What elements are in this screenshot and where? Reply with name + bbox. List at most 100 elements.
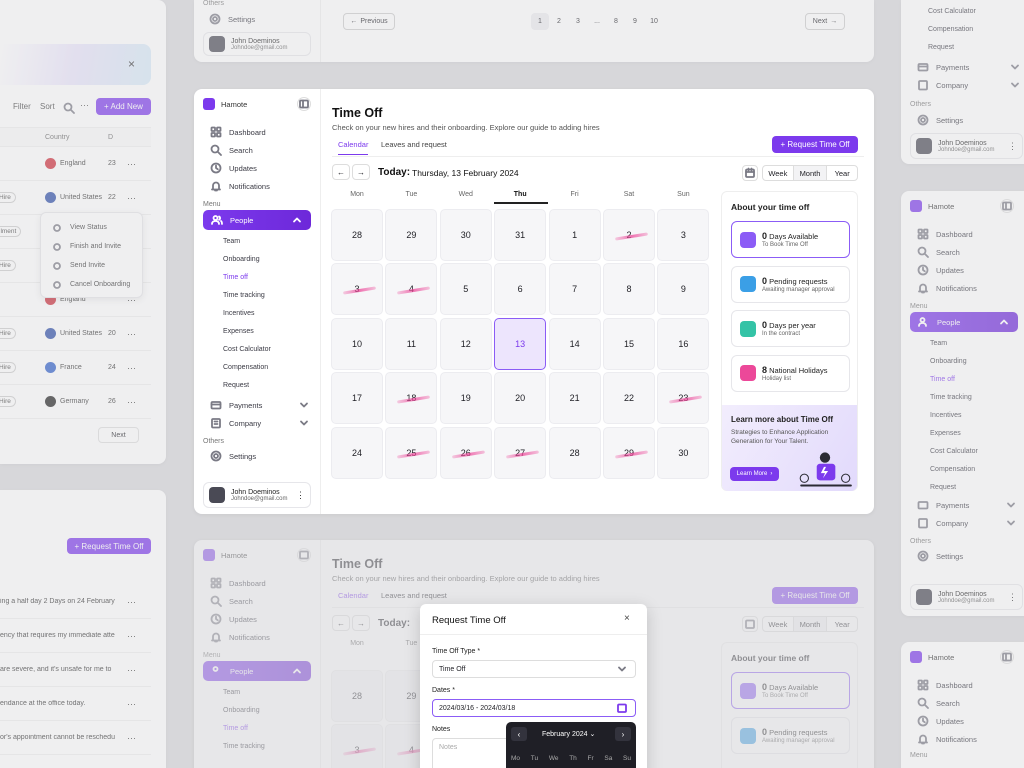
request-row[interactable]: ing a half day 2 Days on 24 February ··· — [0, 585, 151, 619]
more-icon[interactable]: ⋮ — [296, 490, 305, 501]
calendar-day[interactable]: 14 — [548, 317, 601, 370]
sidebar-item-search[interactable]: Search — [910, 694, 1022, 712]
sidebar-subitem-cost-calculator[interactable]: Cost Calculator — [910, 442, 1022, 460]
calendar-day[interactable]: 5 — [439, 263, 492, 316]
sidebar-item-people[interactable]: People — [203, 210, 311, 230]
settings-nav-item[interactable]: Settings — [202, 10, 255, 28]
sidebar-item-notifications[interactable]: Notifications — [203, 177, 311, 195]
row-more-icon[interactable]: ··· — [127, 597, 136, 607]
calendar-day[interactable]: 16 — [657, 317, 710, 370]
page-number[interactable]: 2 — [550, 13, 568, 30]
learn-more-button[interactable]: Learn More › — [730, 467, 779, 481]
next-button[interactable]: Next — [98, 427, 139, 443]
request-time-off-button[interactable]: + Request Time Off — [772, 136, 858, 153]
calendar-day[interactable]: 9 — [657, 263, 710, 316]
sidebar-item-company[interactable]: Company — [910, 514, 1018, 532]
sidebar-subitem-compensation[interactable]: Compensation — [203, 358, 311, 376]
sidebar-toggle-icon[interactable] — [1000, 199, 1014, 213]
calendar-day[interactable]: 11 — [385, 317, 438, 370]
sidebar-subitem-expenses[interactable]: Expenses — [910, 424, 1022, 442]
row-more-icon[interactable]: ··· — [127, 631, 136, 641]
sidebar-item-notifications[interactable]: Notifications — [910, 279, 1022, 297]
sidebar-item-payments[interactable]: Payments — [910, 496, 1018, 514]
row-more-icon[interactable]: ··· — [127, 733, 136, 743]
table-row[interactable]: Hire United States 20 ··· — [0, 317, 151, 351]
picker-month[interactable]: February 2024 ⌄ — [542, 730, 595, 738]
more-icon[interactable]: ⋮ — [1008, 141, 1017, 152]
sidebar-toggle-icon[interactable] — [1000, 650, 1014, 664]
request-row[interactable]: endance at the office today. ··· — [0, 687, 151, 721]
calendar-day[interactable]: 18 — [385, 372, 438, 425]
view-month[interactable]: Month — [793, 166, 828, 180]
calendar-day[interactable]: 10 — [331, 317, 383, 370]
calendar-day[interactable]: 29 — [603, 426, 655, 479]
calendar-day[interactable]: 20 — [494, 372, 547, 425]
sidebar-subitem-time-tracking[interactable]: Time tracking — [203, 286, 311, 304]
view-year[interactable]: Year — [827, 166, 857, 180]
previous-button[interactable]: ← Previous — [343, 13, 395, 30]
user-card[interactable]: John Doeminos Johndoe@gmail.com ⋮ — [203, 482, 311, 508]
page-number[interactable]: 10 — [645, 13, 663, 30]
calendar-day[interactable]: 6 — [494, 263, 547, 316]
more-icon[interactable]: ··· — [80, 100, 89, 110]
menu-item-view-status[interactable]: View Status — [41, 218, 142, 237]
sidebar-subitem-time-tracking[interactable]: Time tracking — [910, 388, 1022, 406]
filter-button[interactable]: Filter — [13, 102, 31, 111]
sidebar-item-settings[interactable]: Settings — [910, 111, 963, 129]
about-box-pending-requests[interactable]: 0 Pending requests Awaiting manager appro… — [731, 265, 850, 303]
page-number[interactable]: 3 — [569, 13, 587, 30]
sidebar-subitem-time-off[interactable]: Time off — [203, 268, 311, 286]
sidebar-item-search[interactable]: Search — [203, 141, 311, 159]
calendar-day[interactable]: 2 — [603, 209, 655, 261]
menu-item-send-invite[interactable]: Send Invite — [41, 256, 142, 275]
calendar-day[interactable]: 22 — [603, 372, 655, 425]
sidebar-subitem-time-off[interactable]: Time off — [910, 370, 1022, 388]
calendar-day[interactable]: 12 — [439, 317, 492, 370]
about-box-national-holidays[interactable]: 8 National Holidays Holiday list — [731, 354, 850, 392]
calendar-day[interactable]: 13 — [494, 317, 547, 370]
calendar-day[interactable]: 26 — [439, 426, 492, 479]
calendar-day[interactable]: 29 — [385, 209, 438, 261]
calendar-day[interactable]: 4 — [385, 263, 438, 316]
calendar-day[interactable]: 8 — [603, 263, 655, 316]
sidebar-subitem-cost-calculator[interactable]: Cost Calculator — [910, 2, 1020, 20]
sidebar-subitem-onboarding[interactable]: Onboarding — [910, 352, 1022, 370]
table-row[interactable]: Hire Germany 26 ··· — [0, 385, 151, 419]
menu-item-finish-and-invite[interactable]: Finish and Invite — [41, 237, 142, 256]
about-box-days-available[interactable]: 0 Days Available To Book Time Off — [731, 221, 850, 258]
calendar-day[interactable]: 1 — [548, 209, 601, 261]
tab-leaves-and-request[interactable]: Leaves and request — [381, 140, 447, 149]
calendar-day[interactable]: 25 — [385, 426, 438, 479]
sidebar-item-settings[interactable]: Settings — [203, 447, 311, 465]
more-icon[interactable]: ⋮ — [1008, 592, 1017, 603]
sidebar-subitem-expenses[interactable]: Expenses — [203, 322, 311, 340]
menu-item-cancel-onboarding[interactable]: Cancel Onboarding — [41, 275, 142, 294]
calendar-day[interactable]: 23 — [657, 372, 710, 425]
picker-next-button[interactable]: › — [615, 727, 631, 741]
sidebar-item-company[interactable]: Company — [910, 76, 1022, 94]
sidebar-subitem-onboarding[interactable]: Onboarding — [203, 250, 311, 268]
sidebar-item-dashboard[interactable]: Dashboard — [910, 676, 1022, 694]
calendar-day[interactable]: 7 — [548, 263, 601, 316]
prev-arrow-button[interactable]: ← — [332, 164, 350, 180]
calendar-day[interactable]: 30 — [657, 426, 710, 479]
request-time-off-button[interactable]: + Request Time Off — [67, 538, 151, 554]
sidebar-subitem-team[interactable]: Team — [910, 334, 1022, 352]
sidebar-subitem-team[interactable]: Team — [203, 232, 311, 250]
sidebar-subitem-compensation[interactable]: Compensation — [910, 460, 1022, 478]
sidebar-subitem-incentives[interactable]: Incentives — [203, 304, 311, 322]
calendar-day[interactable]: 24 — [331, 426, 383, 479]
sidebar-subitem-request[interactable]: Request — [910, 478, 1022, 496]
modal-close-icon[interactable]: × — [624, 613, 630, 624]
user-card[interactable]: John Doeminos Johndoe@gmail.com — [203, 32, 311, 56]
calendar-day[interactable]: 17 — [331, 372, 383, 425]
sidebar-subitem-request[interactable]: Request — [910, 38, 1020, 56]
calendar-day[interactable]: 28 — [331, 209, 383, 261]
page-number[interactable]: 8 — [607, 13, 625, 30]
page-number[interactable]: ... — [588, 13, 606, 30]
search-icon[interactable] — [62, 101, 76, 115]
sort-button[interactable]: Sort — [40, 102, 55, 111]
sidebar-item-company[interactable]: Company — [203, 414, 311, 432]
calendar-day[interactable]: 31 — [494, 209, 547, 261]
next-arrow-button[interactable]: → — [352, 164, 370, 180]
